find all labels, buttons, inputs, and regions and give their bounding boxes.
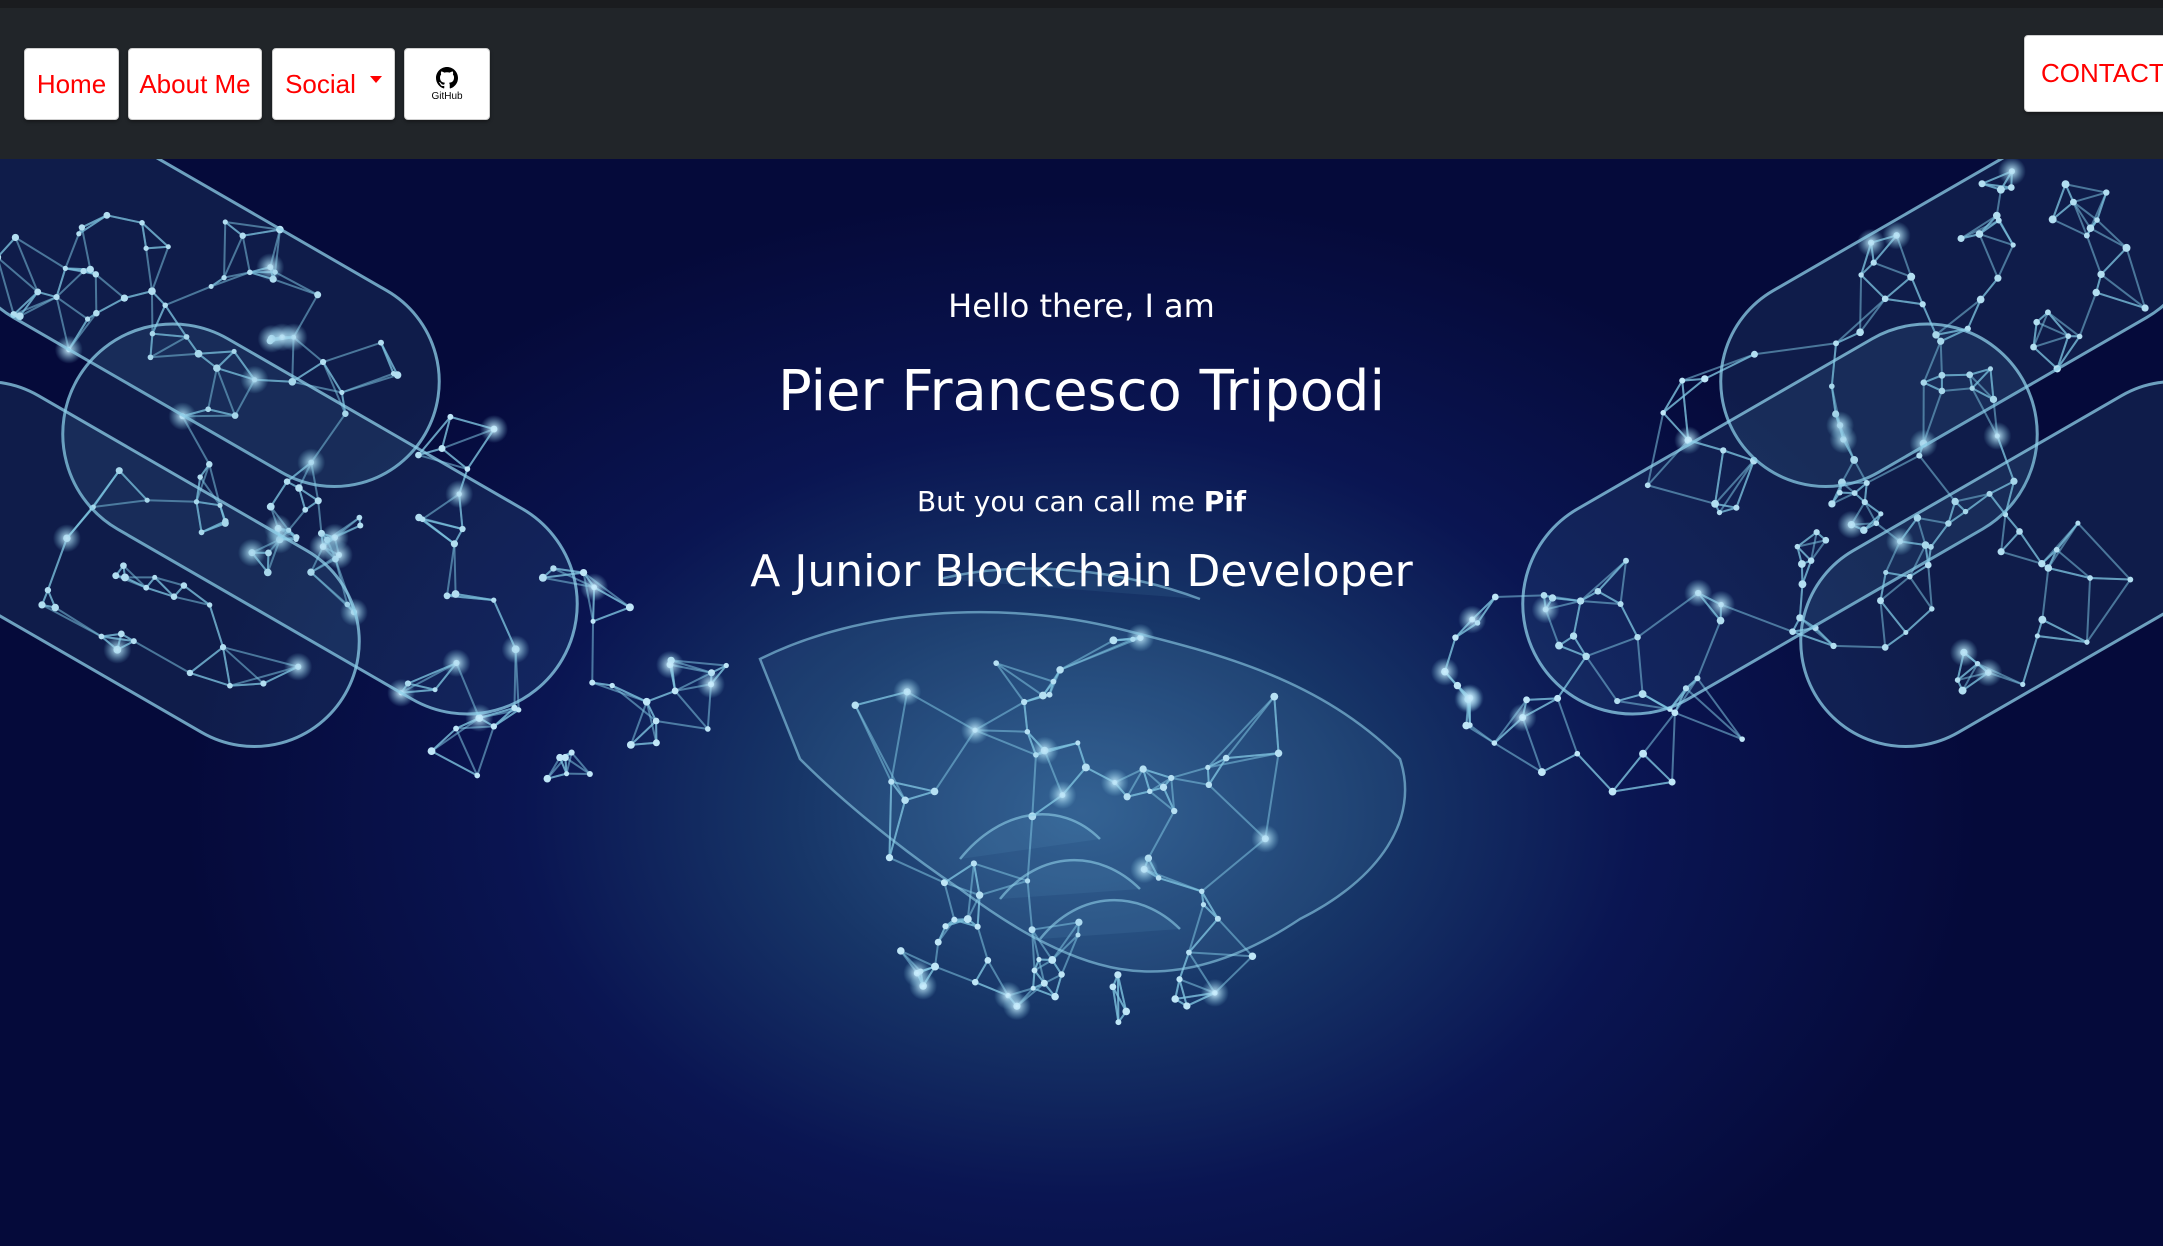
github-icon <box>436 66 458 88</box>
navbar: Home About Me Social GitHub CONTACT <box>0 8 2163 159</box>
about-me-button[interactable]: About Me <box>128 48 262 120</box>
contact-label: CONTACT <box>2041 58 2163 88</box>
hero-greeting: Hello there, I am <box>948 287 1215 325</box>
social-dropdown-button[interactable]: Social <box>272 48 395 120</box>
caret-down-icon <box>369 75 382 83</box>
github-label: GitHub <box>431 90 463 102</box>
contact-button[interactable]: CONTACT <box>2024 35 2163 112</box>
window-top-edge <box>0 0 2163 8</box>
nickname-prefix: But you can call me <box>916 485 1204 518</box>
hero-role: A Junior Blockchain Developer <box>750 546 1413 597</box>
hero-name: Pier Francesco Tripodi <box>777 359 1386 424</box>
github-button[interactable]: GitHub <box>404 48 490 120</box>
hero-section: Hello there, I am Pier Francesco Tripodi… <box>0 159 2163 1246</box>
about-me-label: About Me <box>139 68 251 99</box>
home-button[interactable]: Home <box>24 48 119 120</box>
hero-nickname-line: But you can call me Pif <box>0 485 2163 518</box>
social-label: Social <box>285 68 356 99</box>
nickname: Pif <box>1203 485 1247 518</box>
home-label: Home <box>36 68 107 99</box>
